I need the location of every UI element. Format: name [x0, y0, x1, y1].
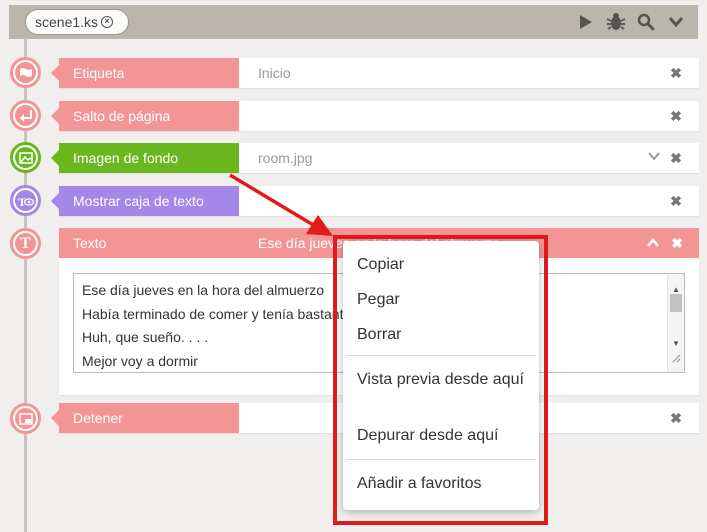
menu-item-debug-from-here[interactable]: Depurar desde aquí: [343, 416, 539, 456]
context-menu: Copiar Pegar Borrar Vista previa desde a…: [343, 241, 539, 510]
menu-item-delete[interactable]: Borrar: [343, 317, 539, 352]
menu-item-add-favorites[interactable]: Añadir a favoritos: [343, 460, 539, 500]
menu-item-copy[interactable]: Copiar: [343, 247, 539, 282]
menu-item-preview-from-here[interactable]: Vista previa desde aquí: [343, 356, 539, 416]
menu-item-paste[interactable]: Pegar: [343, 282, 539, 317]
